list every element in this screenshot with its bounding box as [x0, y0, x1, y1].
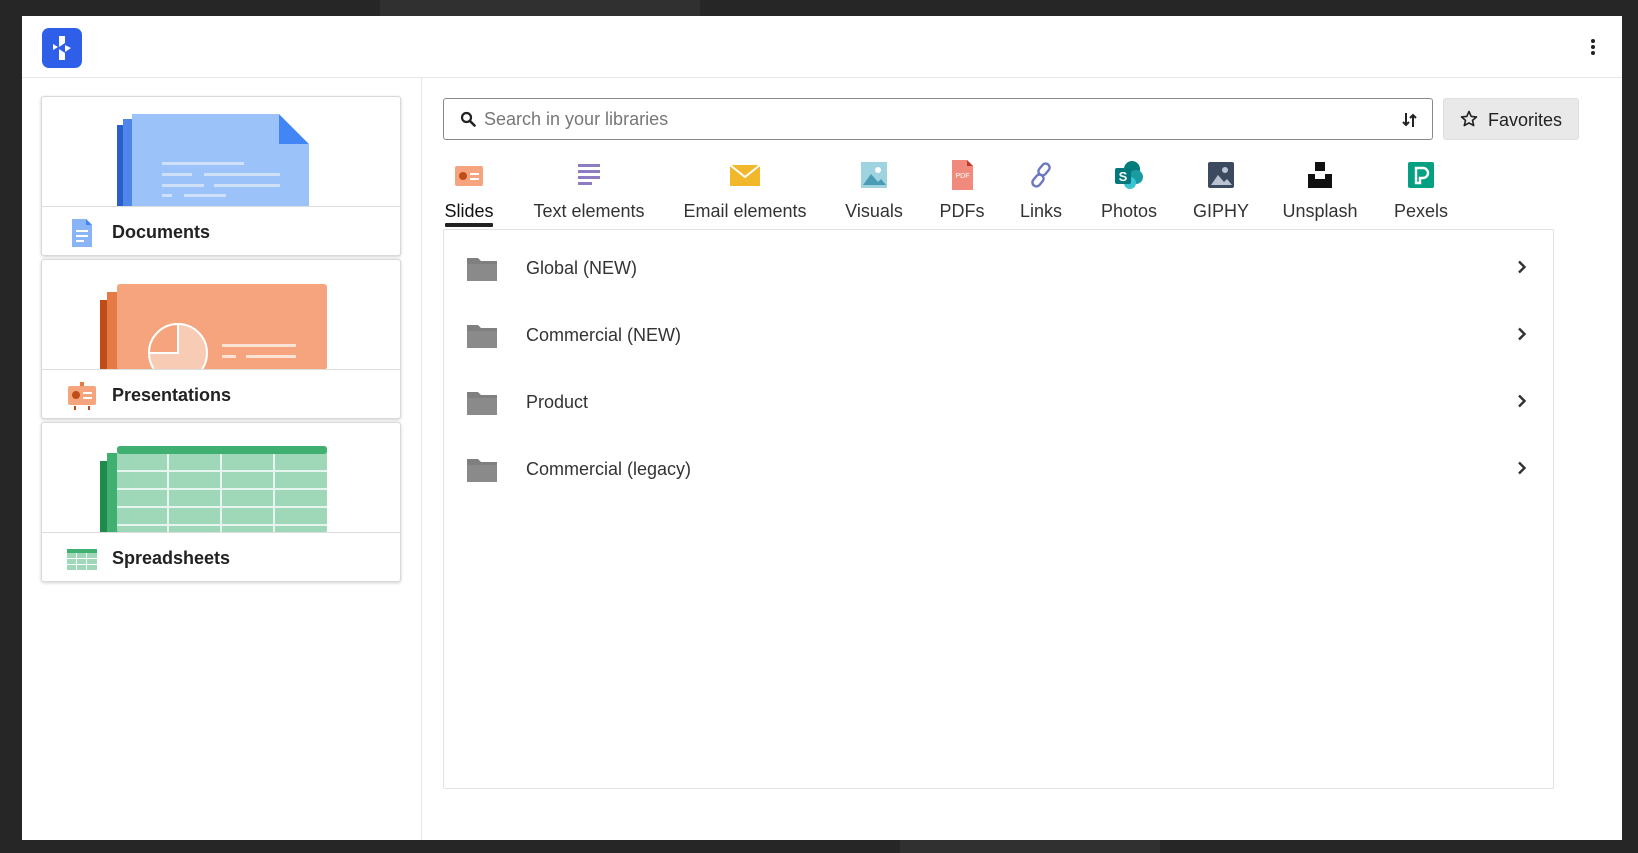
main-panel: Favorites Slides: [423, 78, 1622, 840]
star-icon: [1460, 110, 1478, 128]
tab-label: Slides: [444, 201, 494, 221]
tab-slides[interactable]: Slides: [443, 160, 495, 230]
spreadsheets-card[interactable]: Spreadsheets: [41, 422, 401, 582]
top-bar: [22, 16, 1622, 78]
tab-links[interactable]: Links: [1018, 160, 1064, 230]
tab-label: GIPHY: [1193, 201, 1250, 221]
list-item[interactable]: Product: [444, 368, 1553, 435]
folder-icon: [466, 323, 498, 349]
card-footer: Spreadsheets: [42, 532, 400, 581]
spreadsheets-label: Spreadsheets: [112, 548, 231, 568]
folder-icon: [466, 256, 498, 282]
tab-label: Email elements: [683, 201, 807, 221]
list-item[interactable]: Commercial (NEW): [444, 301, 1553, 368]
tab-label: Pexels: [1393, 201, 1449, 221]
search-input[interactable]: [484, 105, 1364, 133]
spreadsheets-illustration: [42, 423, 400, 533]
tab-label: Unsplash: [1282, 201, 1358, 221]
presentations-illustration: [42, 260, 400, 383]
tab-giphy[interactable]: GIPHY: [1193, 160, 1249, 230]
text-elements-icon: [573, 160, 605, 190]
tab-pexels[interactable]: Pexels: [1393, 160, 1449, 230]
app-window: Documents Presentations Spreadsheets Sea…: [22, 16, 1622, 840]
tab-label: Visuals: [845, 201, 903, 221]
sort-icon[interactable]: [1402, 111, 1418, 129]
documents-illustration: [42, 97, 400, 210]
more-vertical-icon[interactable]: [1586, 36, 1600, 58]
background-shape: [380, 0, 700, 16]
documents-card[interactable]: Documents: [41, 96, 401, 256]
search-icon: [460, 111, 476, 127]
pdf-icon: PDF: [946, 160, 978, 190]
tab-unsplash[interactable]: Unsplash: [1281, 160, 1359, 230]
list-item[interactable]: Commercial (legacy): [444, 435, 1553, 502]
chevron-right-icon: [1517, 327, 1527, 341]
tab-photos[interactable]: S Photos: [1098, 160, 1160, 230]
favorites-label: Favorites: [1488, 110, 1563, 130]
tab-label: Photos: [1100, 201, 1158, 221]
folder-icon: [466, 457, 498, 483]
folder-name: Global (NEW): [526, 258, 638, 278]
library-tabs: Slides Text elements Email elements Visu…: [443, 160, 1583, 230]
sharepoint-icon: S: [1113, 160, 1145, 190]
folder-name: Commercial (NEW): [526, 325, 681, 345]
app-logo-icon[interactable]: [42, 28, 82, 68]
unsplash-icon: [1304, 160, 1336, 190]
link-icon: [1025, 160, 1057, 190]
list-item[interactable]: Global (NEW): [444, 234, 1553, 301]
tab-label: Text elements: [533, 201, 645, 221]
tab-text-elements[interactable]: Text elements: [531, 160, 647, 230]
folder-name: Commercial (legacy): [526, 459, 692, 479]
pexels-icon: [1405, 160, 1437, 190]
image-icon: [858, 160, 890, 190]
documents-label: Documents: [112, 222, 211, 242]
sidebar: Documents Presentations Spreadsheets: [22, 78, 422, 840]
svg-text:PDF: PDF: [956, 173, 970, 180]
card-footer: Documents: [42, 206, 400, 255]
chevron-right-icon: [1517, 394, 1527, 408]
presentations-card[interactable]: Presentations: [41, 259, 401, 419]
active-tab-indicator: [445, 223, 493, 227]
presentation-icon: [66, 381, 98, 411]
tab-label: Links: [1019, 201, 1063, 221]
chevron-right-icon: [1517, 260, 1527, 274]
favorites-button[interactable]: Favorites: [1443, 98, 1579, 140]
tab-pdfs[interactable]: PDF PDFs: [937, 160, 987, 230]
folder-list: Global (NEW) Commercial (NEW) Product Co…: [443, 229, 1554, 789]
email-icon: [729, 160, 761, 190]
svg-text:S: S: [1119, 169, 1128, 184]
folder-icon: [466, 390, 498, 416]
folder-name: Product: [526, 392, 589, 412]
tab-label: PDFs: [939, 201, 985, 221]
presentations-label: Presentations: [112, 385, 232, 405]
document-icon: [66, 218, 98, 248]
search-box[interactable]: [443, 98, 1433, 140]
spreadsheet-icon: [66, 544, 98, 574]
slides-icon: [453, 160, 485, 190]
tab-visuals[interactable]: Visuals: [841, 160, 907, 230]
giphy-icon: [1205, 160, 1237, 190]
chevron-right-icon: [1517, 461, 1527, 475]
tab-email-elements[interactable]: Email elements: [683, 160, 807, 230]
card-footer: Presentations: [42, 369, 400, 418]
